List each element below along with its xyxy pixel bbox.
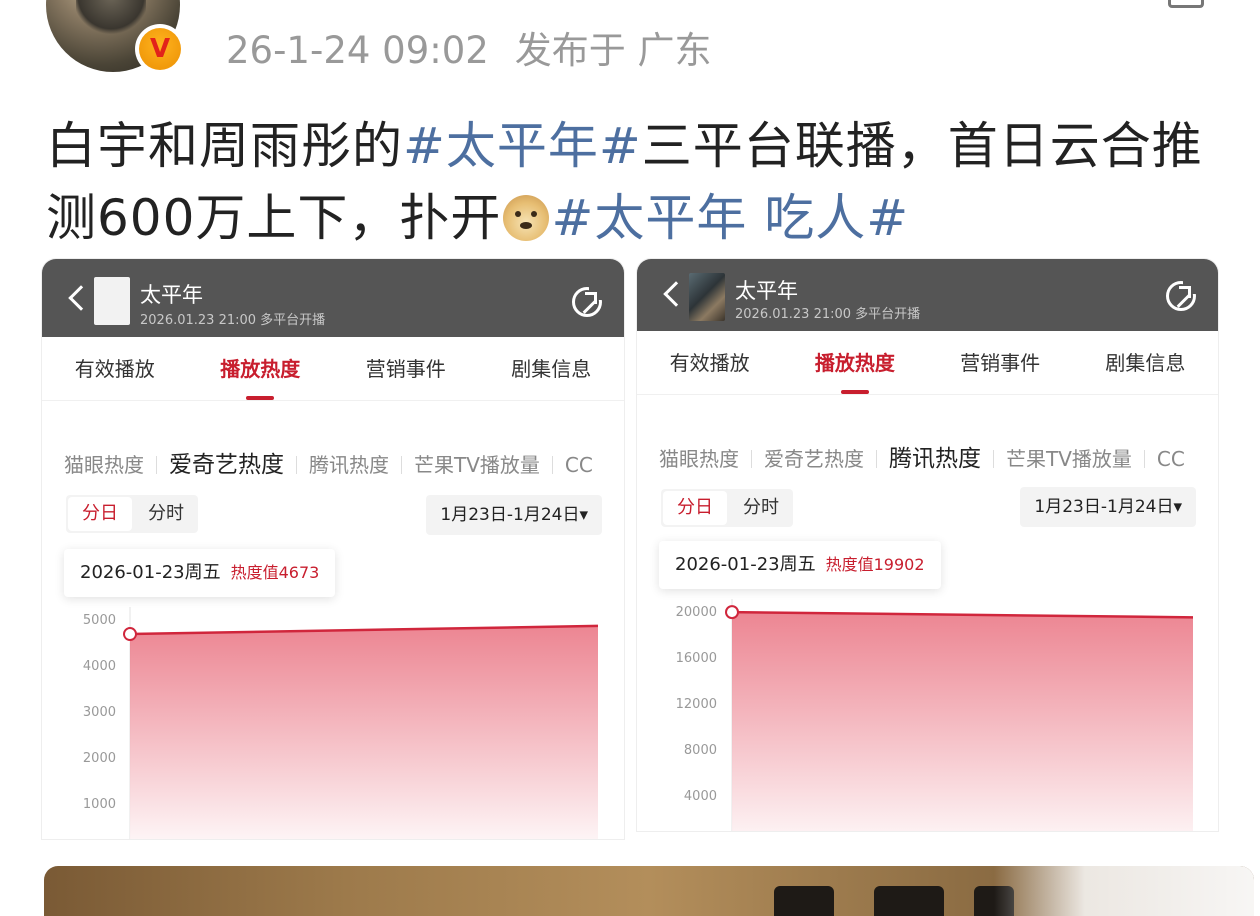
hashtag-link[interactable]: #太平年# [403, 117, 642, 175]
hashtag-link[interactable]: #太平年 吃人# [551, 189, 909, 247]
post-text: 白宇和周雨彤的#太平年#三平台联播，首日云合推测600万上下，扑开 #太平年 吃人… [46, 110, 1236, 254]
y-tick-label: 2000 [83, 751, 116, 766]
tooltip-value: 热度值4673 [230, 563, 320, 582]
chart-tooltip: 2026-01-23周五 热度值4673 [64, 549, 336, 597]
post-timestamp: 26-1-24 09:02 [226, 29, 489, 72]
tooltip-date: 2026-01-23周五 [80, 562, 221, 583]
y-tick-label: 12000 [676, 697, 717, 712]
screenshot-panel-right[interactable]: 太平年 2026.01.23 21:00 多平台开播 有效播放 播放热度 营销事… [637, 259, 1218, 831]
series-area [732, 612, 1193, 831]
series-area [130, 625, 598, 839]
chart-tooltip: 2026-01-23周五 热度值19902 [659, 541, 941, 589]
data-point [725, 605, 739, 620]
post-meta: 26-1-24 09:02 发布于 广东 [226, 20, 712, 74]
post-location: 发布于 广东 [514, 29, 712, 72]
next-image-preview[interactable] [44, 866, 1254, 916]
tooltip-value: 热度值19902 [825, 555, 925, 574]
poster-figure [874, 886, 944, 916]
y-tick-label: 4000 [684, 789, 717, 804]
y-tick-label: 1000 [83, 797, 116, 812]
y-tick-label: 8000 [684, 743, 717, 758]
doge-emoji-icon [503, 195, 550, 241]
y-tick-label: 16000 [676, 651, 717, 666]
bookmark-icon[interactable] [1168, 0, 1204, 8]
image-fade [994, 866, 1254, 916]
tooltip-date: 2026-01-23周五 [675, 554, 816, 575]
post-text-part: 白宇和周雨彤的 [46, 117, 403, 175]
verified-badge-icon: V [135, 24, 185, 74]
poster-figure [774, 886, 834, 916]
data-point [123, 627, 137, 642]
y-tick-label: 5000 [83, 613, 116, 628]
y-tick-label: 20000 [676, 605, 717, 620]
y-tick-label: 4000 [83, 659, 116, 674]
screenshot-panel-left[interactable]: 太平年 2026.01.23 21:00 多平台开播 有效播放 播放热度 营销事… [42, 259, 624, 839]
y-tick-label: 3000 [83, 705, 116, 720]
